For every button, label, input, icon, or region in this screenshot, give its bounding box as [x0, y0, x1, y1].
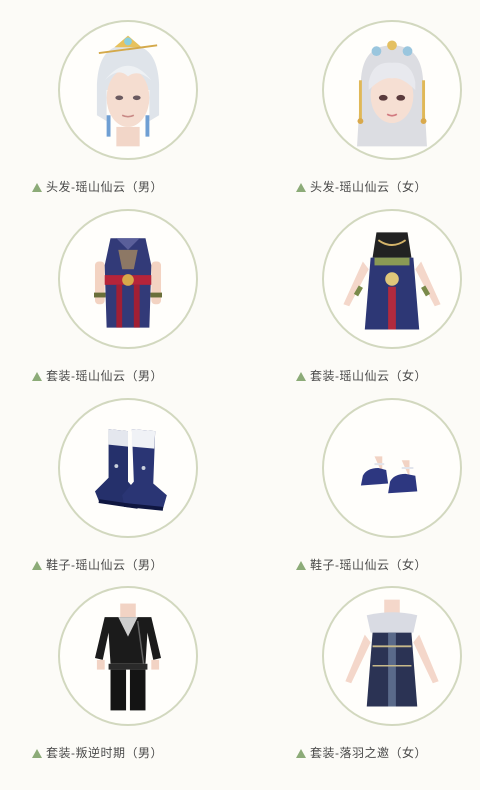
triangle-icon — [296, 561, 306, 570]
outfit-feather-female-icon — [322, 586, 462, 726]
costume-item-hair-female[interactable]: 头发-瑶山仙云（女） — [292, 20, 480, 206]
costume-caption: 套装-瑶山仙云（女） — [296, 367, 427, 384]
costume-caption: 套装-瑶山仙云（男） — [32, 367, 163, 384]
shoes-female-icon — [322, 398, 462, 538]
costume-caption: 鞋子-瑶山仙云（女） — [296, 556, 427, 573]
boots-male-icon — [58, 398, 198, 538]
triangle-icon — [32, 372, 42, 381]
costume-caption: 套装-叛逆时期（男） — [32, 744, 163, 761]
costume-item-outfit-male[interactable]: 套装-瑶山仙云（男） — [28, 209, 228, 395]
hair-female-icon — [322, 20, 462, 160]
triangle-icon — [32, 749, 42, 758]
costume-label: 套装-落羽之邀（女） — [310, 746, 427, 760]
costume-item-hair-male[interactable]: 头发-瑶山仙云（男） — [28, 20, 228, 206]
costume-caption: 套装-落羽之邀（女） — [296, 744, 427, 761]
hair-male-icon — [58, 20, 198, 160]
triangle-icon — [296, 183, 306, 192]
costume-caption: 鞋子-瑶山仙云（男） — [32, 556, 163, 573]
outfit-female-icon — [322, 209, 462, 349]
costume-item-outfit-rebel-male[interactable]: 套装-叛逆时期（男） — [28, 586, 228, 772]
outfit-rebel-male-icon — [58, 586, 198, 726]
costume-grid: 头发-瑶山仙云（男） 头发-瑶山仙云（女） 套装-瑶山仙云（男） 套装-瑶山仙云… — [0, 0, 480, 790]
triangle-icon — [32, 561, 42, 570]
costume-item-boots-male[interactable]: 鞋子-瑶山仙云（男） — [28, 398, 228, 584]
costume-label: 头发-瑶山仙云（男） — [46, 180, 163, 194]
triangle-icon — [32, 183, 42, 192]
costume-caption: 头发-瑶山仙云（女） — [296, 178, 427, 195]
costume-label: 套装-瑶山仙云（女） — [310, 369, 427, 383]
costume-label: 头发-瑶山仙云（女） — [310, 180, 427, 194]
costume-label: 鞋子-瑶山仙云（女） — [310, 558, 427, 572]
triangle-icon — [296, 749, 306, 758]
costume-item-outfit-feather-female[interactable]: 套装-落羽之邀（女） — [292, 586, 480, 772]
triangle-icon — [296, 372, 306, 381]
costume-label: 套装-瑶山仙云（男） — [46, 369, 163, 383]
outfit-male-icon — [58, 209, 198, 349]
costume-caption: 头发-瑶山仙云（男） — [32, 178, 163, 195]
costume-item-shoes-female[interactable]: 鞋子-瑶山仙云（女） — [292, 398, 480, 584]
costume-label: 鞋子-瑶山仙云（男） — [46, 558, 163, 572]
costume-label: 套装-叛逆时期（男） — [46, 746, 163, 760]
costume-item-outfit-female[interactable]: 套装-瑶山仙云（女） — [292, 209, 480, 395]
